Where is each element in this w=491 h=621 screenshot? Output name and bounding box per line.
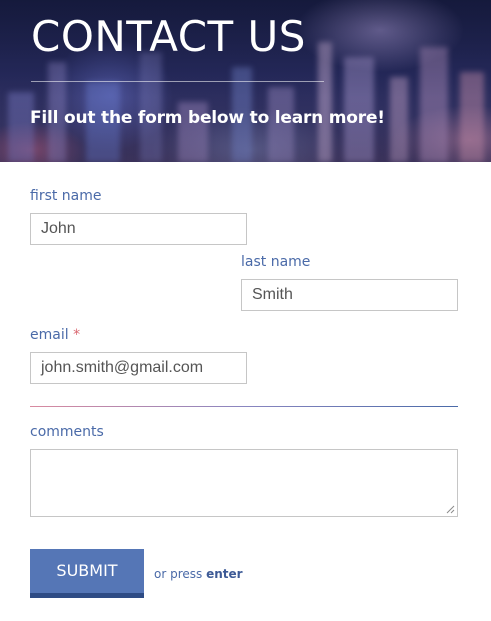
email-label: email * [30, 326, 80, 344]
required-marker: * [73, 327, 81, 343]
hint-key: enter [206, 567, 243, 581]
submit-button[interactable]: SUBMIT [30, 549, 144, 598]
hint-prefix: or press [154, 567, 203, 581]
email-label-text: email [30, 327, 69, 343]
hero-banner: CONTACT US Fill out the form below to le… [0, 0, 491, 162]
page-title: CONTACT US [31, 12, 306, 61]
comments-textarea[interactable] [30, 449, 458, 517]
first-name-label: first name [30, 188, 102, 204]
page-subtitle: Fill out the form below to learn more! [30, 108, 385, 128]
form-divider [30, 406, 458, 407]
first-name-input[interactable]: John [30, 213, 247, 245]
last-name-label: last name [241, 254, 311, 270]
resize-grip-icon[interactable] [446, 505, 455, 514]
last-name-input[interactable]: Smith [241, 279, 458, 311]
comments-label: comments [30, 424, 104, 440]
email-input[interactable]: john.smith@gmail.com [30, 352, 247, 384]
enter-hint: or press enter [154, 566, 243, 582]
contact-page: CONTACT US Fill out the form below to le… [0, 0, 491, 621]
title-divider [31, 81, 324, 82]
